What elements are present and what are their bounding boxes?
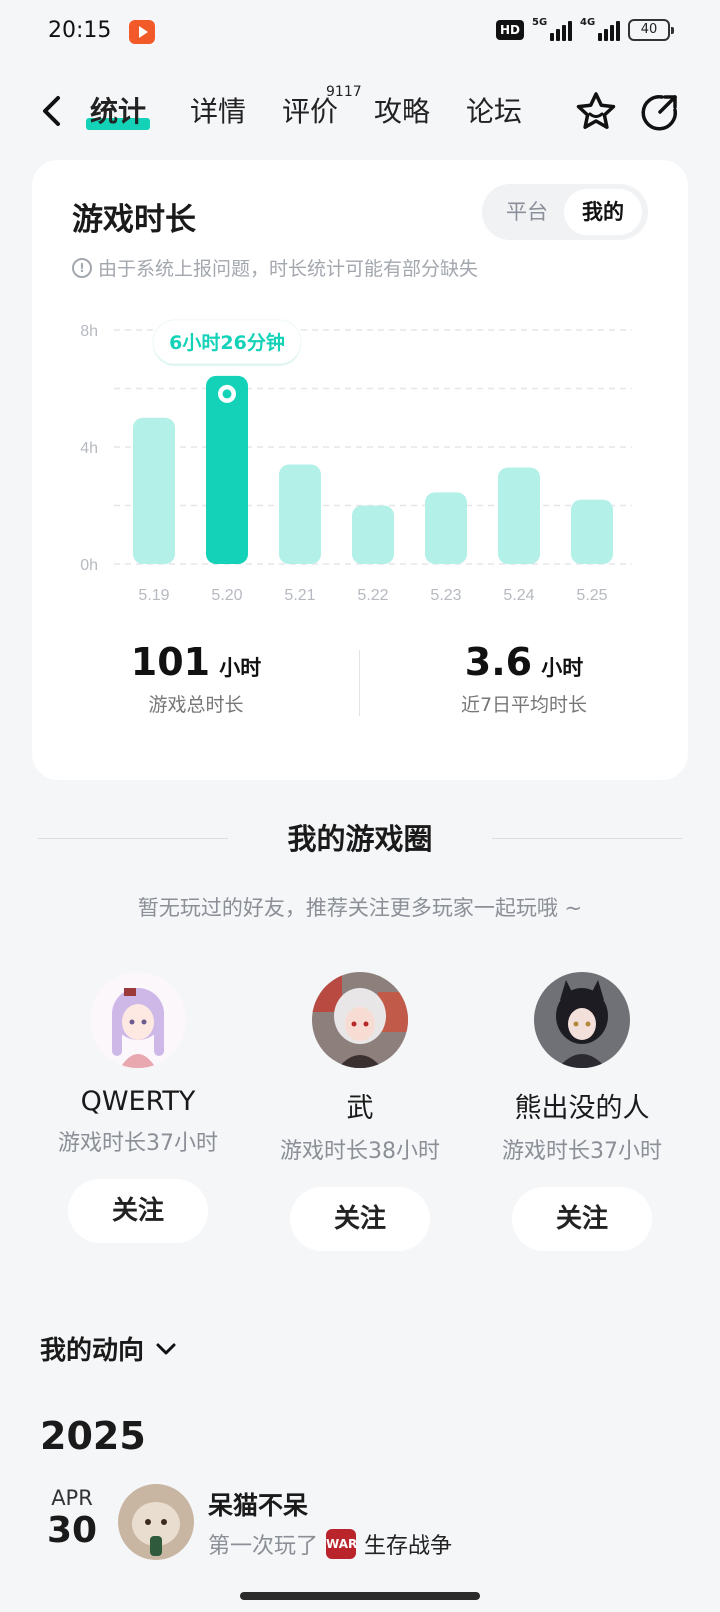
my-activity-dropdown[interactable]: 我的动向 [40, 1330, 178, 1367]
x-tick-label: 5.23 [430, 587, 461, 604]
total-playtime-unit: 小时 [219, 656, 262, 680]
tooltip-label: 6小时26分钟 [169, 331, 285, 354]
x-tick-label: 5.22 [357, 587, 388, 604]
activity-heading: 我的动向 [40, 1336, 145, 1366]
total-playtime: 101 小时 游戏总时长 [32, 640, 360, 717]
player-playtime: 游戏时长37小时 [58, 1131, 218, 1156]
top-nav: 统计 详情 评价 9117 攻略 论坛 [0, 80, 720, 140]
game-icon[interactable]: WAR [326, 1529, 357, 1559]
x-tick-label: 5.20 [211, 587, 242, 604]
toggle-platform[interactable]: 平台 [488, 189, 566, 235]
y-tick-label: 8h [80, 323, 98, 340]
y-tick-label: 0h [80, 557, 98, 574]
data-notice: ! 由于系统上报问题，时长统计可能有部分缺失 [72, 254, 478, 281]
video-app-icon [129, 20, 155, 44]
game-name[interactable]: 生存战争 [364, 1528, 452, 1560]
recommended-player: QWERTY 游戏时长37小时 关注 [28, 972, 248, 1243]
chart-bar [133, 417, 175, 564]
playtime-bar-chart: 0h 4h 8h 5.19 5.20 6小时26分钟 5.21 5.22 5.23 5.24 5.2… [80, 319, 632, 604]
chart-bar [206, 375, 248, 564]
chart-bar [279, 464, 321, 564]
favorite-star-icon[interactable] [574, 90, 618, 134]
avg-playtime-unit: 小时 [541, 656, 584, 680]
activity-user-name: 呆猫不呆 [208, 1491, 309, 1520]
tab-stats[interactable]: 统计 [86, 92, 151, 132]
total-playtime-label: 游戏总时长 [148, 694, 244, 716]
y-tick-label: 4h [80, 440, 98, 457]
toggle-mine[interactable]: 我的 [564, 189, 642, 235]
chart-tooltip: 6小时26分钟 [152, 319, 302, 366]
x-tick-label: 5.21 [284, 587, 315, 604]
tab-details[interactable]: 详情 [190, 92, 246, 132]
playtime-summary: 101 小时 游戏总时长 3.6 小时 近7日平均时长 [32, 640, 688, 760]
x-tick-label: 5.24 [503, 587, 534, 604]
info-icon: ! [72, 257, 92, 278]
back-icon[interactable] [38, 94, 66, 128]
activity-action: 第一次玩了 [208, 1534, 319, 1559]
avatar[interactable] [312, 972, 408, 1068]
player-playtime: 游戏时长37小时 [502, 1139, 662, 1164]
avg-playtime-value: 3.6 [464, 640, 533, 684]
status-time: 20:15 [48, 18, 112, 43]
activity-month: APR [51, 1486, 93, 1510]
avatar[interactable] [534, 972, 630, 1068]
notice-text: 由于系统上报问题，时长统计可能有部分缺失 [98, 258, 479, 280]
hd-icon: HD [495, 20, 524, 40]
recommended-player: 武 游戏时长38小时 关注 [250, 972, 470, 1251]
recommended-player: 熊出没的人 游戏时长37小时 关注 [472, 972, 692, 1251]
chart-bar [571, 499, 613, 564]
total-playtime-value: 101 [130, 640, 211, 684]
activity-year: 2025 [40, 1414, 146, 1458]
tab-forum[interactable]: 论坛 [466, 92, 522, 132]
chart-bar [352, 505, 394, 564]
follow-button[interactable]: 关注 [512, 1187, 652, 1251]
player-name: 武 [346, 1093, 374, 1124]
platform-mine-toggle: 平台 我的 [482, 184, 648, 240]
game-circle-header: 我的游戏圈 [0, 816, 720, 860]
playtime-card: 游戏时长 平台 我的 ! 由于系统上报问题，时长统计可能有部分缺失 0h 4h 8h… [32, 160, 688, 780]
player-playtime: 游戏时长38小时 [280, 1139, 440, 1164]
status-indicators: HD 5G 4G 40 [495, 17, 674, 41]
x-tick-label: 5.19 [138, 587, 169, 604]
game-circle-subtitle: 暂无玩过的好友，推荐关注更多玩家一起玩哦 ~ [137, 896, 583, 920]
activity-description: 第一次玩了 WAR 生存战争 [208, 1528, 452, 1560]
player-name: QWERTY [80, 1086, 196, 1117]
highlight-dot-center [222, 389, 232, 399]
signal-4g-icon: 4G [580, 17, 620, 41]
avg-playtime-label: 近7日平均时长 [460, 694, 588, 716]
chart-bar [498, 467, 540, 564]
avatar[interactable] [118, 1484, 194, 1560]
battery-icon: 40 [628, 19, 674, 41]
card-title: 游戏时长 [72, 202, 196, 238]
review-count-badge: 9117 [326, 84, 362, 100]
home-indicator[interactable] [240, 1592, 480, 1600]
divider-line [492, 838, 682, 839]
signal-5g-icon: 5G [532, 17, 572, 41]
follow-button[interactable]: 关注 [290, 1187, 430, 1251]
follow-button[interactable]: 关注 [68, 1179, 208, 1243]
tab-guides[interactable]: 攻略 [374, 92, 430, 132]
avg-playtime: 3.6 小时 近7日平均时长 [360, 640, 688, 717]
x-tick-label: 5.25 [576, 587, 607, 604]
player-name: 熊出没的人 [514, 1093, 650, 1124]
activity-day: 30 [46, 1510, 98, 1551]
game-circle-title: 我的游戏圈 [287, 822, 433, 856]
chevron-down-icon [156, 1343, 176, 1354]
chart-bar [425, 492, 467, 564]
status-bar: 20:15 HD 5G 4G 40 [0, 0, 720, 64]
share-icon[interactable] [640, 92, 680, 132]
avatar[interactable] [90, 972, 186, 1068]
